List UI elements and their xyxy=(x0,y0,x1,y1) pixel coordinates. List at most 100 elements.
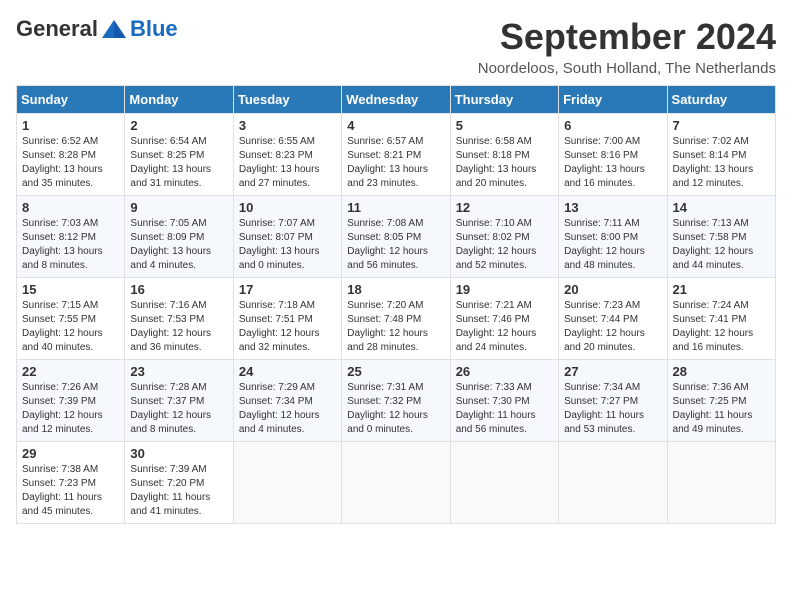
location-subtitle: Noordeloos, South Holland, The Netherlan… xyxy=(478,60,776,77)
calendar-day-24: 24Sunrise: 7:29 AM Sunset: 7:34 PM Dayli… xyxy=(233,360,341,442)
calendar-day-9: 9 Sunrise: 7:05 AM Sunset: 8:09 PM Daylig… xyxy=(125,196,233,278)
calendar-week-5: 29 Sunrise: 7:38 AM Sunset: 7:23 PM Dayli… xyxy=(17,442,776,524)
weekday-header-thursday: Thursday xyxy=(450,86,558,114)
day-info: Sunrise: 7:21 AM Sunset: 7:46 PM Dayligh… xyxy=(456,299,553,355)
day-number: 20 xyxy=(564,282,661,297)
day-number: 13 xyxy=(564,200,661,215)
calendar-day-21: 21 Sunrise: 7:24 AM Sunset: 7:41 PM Dayli… xyxy=(667,278,775,360)
day-number: 18 xyxy=(347,282,444,297)
header: General Blue September 2024 Noordeloos, … xyxy=(16,16,776,77)
calendar-day-23: 23 Sunrise: 7:28 AM Sunset: 7:37 PM Dayli… xyxy=(125,360,233,442)
day-info: Sunrise: 6:54 AM Sunset: 8:25 PM Dayligh… xyxy=(130,135,227,191)
day-info: Sunrise: 7:23 AM Sunset: 7:44 PM Dayligh… xyxy=(564,299,661,355)
logo-icon xyxy=(100,18,128,40)
day-number: 16 xyxy=(130,282,227,297)
day-number: 2 xyxy=(130,118,227,133)
calendar-week-4: 22 Sunrise: 7:26 AM Sunset: 7:39 PM Dayli… xyxy=(17,360,776,442)
calendar-table: SundayMondayTuesdayWednesdayThursdayFrid… xyxy=(16,85,776,524)
calendar-day-3: 3Sunrise: 6:55 AM Sunset: 8:23 PM Daylig… xyxy=(233,114,341,196)
calendar-day-10: 10 Sunrise: 7:07 AM Sunset: 8:07 PM Dayli… xyxy=(233,196,341,278)
day-number: 26 xyxy=(456,364,553,379)
calendar-day-25: 25Sunrise: 7:31 AM Sunset: 7:32 PM Dayli… xyxy=(342,360,450,442)
calendar-day-11: 11 Sunrise: 7:08 AM Sunset: 8:05 PM Dayli… xyxy=(342,196,450,278)
day-info: Sunrise: 7:07 AM Sunset: 8:07 PM Dayligh… xyxy=(239,217,336,273)
day-info: Sunrise: 7:02 AM Sunset: 8:14 PM Dayligh… xyxy=(673,135,770,191)
day-number: 10 xyxy=(239,200,336,215)
day-number: 17 xyxy=(239,282,336,297)
calendar-week-1: 1 Sunrise: 6:52 AM Sunset: 8:28 PM Daylig… xyxy=(17,114,776,196)
day-number: 4 xyxy=(347,118,444,133)
day-info: Sunrise: 7:33 AM Sunset: 7:30 PM Dayligh… xyxy=(456,381,553,437)
calendar-day-20: 20 Sunrise: 7:23 AM Sunset: 7:44 PM Dayli… xyxy=(559,278,667,360)
weekday-header-tuesday: Tuesday xyxy=(233,86,341,114)
calendar-day-28: 28Sunrise: 7:36 AM Sunset: 7:25 PM Dayli… xyxy=(667,360,775,442)
day-number: 14 xyxy=(673,200,770,215)
day-info: Sunrise: 7:20 AM Sunset: 7:48 PM Dayligh… xyxy=(347,299,444,355)
empty-cell xyxy=(342,442,450,524)
day-info: Sunrise: 7:03 AM Sunset: 8:12 PM Dayligh… xyxy=(22,217,119,273)
calendar-day-1: 1 Sunrise: 6:52 AM Sunset: 8:28 PM Daylig… xyxy=(17,114,125,196)
calendar-day-5: 5Sunrise: 6:58 AM Sunset: 8:18 PM Daylig… xyxy=(450,114,558,196)
day-number: 12 xyxy=(456,200,553,215)
day-number: 24 xyxy=(239,364,336,379)
calendar-day-13: 13 Sunrise: 7:11 AM Sunset: 8:00 PM Dayli… xyxy=(559,196,667,278)
day-info: Sunrise: 7:39 AM Sunset: 7:20 PM Dayligh… xyxy=(130,463,227,519)
weekday-header-friday: Friday xyxy=(559,86,667,114)
day-info: Sunrise: 6:52 AM Sunset: 8:28 PM Dayligh… xyxy=(22,135,119,191)
day-info: Sunrise: 7:34 AM Sunset: 7:27 PM Dayligh… xyxy=(564,381,661,437)
day-info: Sunrise: 7:08 AM Sunset: 8:05 PM Dayligh… xyxy=(347,217,444,273)
day-number: 27 xyxy=(564,364,661,379)
calendar-day-2: 2 Sunrise: 6:54 AM Sunset: 8:25 PM Daylig… xyxy=(125,114,233,196)
day-info: Sunrise: 7:28 AM Sunset: 7:37 PM Dayligh… xyxy=(130,381,227,437)
calendar-day-29: 29 Sunrise: 7:38 AM Sunset: 7:23 PM Dayli… xyxy=(17,442,125,524)
empty-cell xyxy=(450,442,558,524)
day-number: 11 xyxy=(347,200,444,215)
calendar-day-17: 17Sunrise: 7:18 AM Sunset: 7:51 PM Dayli… xyxy=(233,278,341,360)
day-info: Sunrise: 7:11 AM Sunset: 8:00 PM Dayligh… xyxy=(564,217,661,273)
calendar-day-4: 4 Sunrise: 6:57 AM Sunset: 8:21 PM Daylig… xyxy=(342,114,450,196)
day-number: 9 xyxy=(130,200,227,215)
month-title: September 2024 xyxy=(478,16,776,58)
day-number: 25 xyxy=(347,364,444,379)
weekday-header-wednesday: Wednesday xyxy=(342,86,450,114)
calendar-day-22: 22 Sunrise: 7:26 AM Sunset: 7:39 PM Dayli… xyxy=(17,360,125,442)
empty-cell xyxy=(233,442,341,524)
day-info: Sunrise: 6:58 AM Sunset: 8:18 PM Dayligh… xyxy=(456,135,553,191)
day-number: 21 xyxy=(673,282,770,297)
calendar-day-19: 19 Sunrise: 7:21 AM Sunset: 7:46 PM Dayli… xyxy=(450,278,558,360)
logo-blue-text: Blue xyxy=(130,16,178,42)
day-info: Sunrise: 7:16 AM Sunset: 7:53 PM Dayligh… xyxy=(130,299,227,355)
day-number: 30 xyxy=(130,446,227,461)
day-info: Sunrise: 7:38 AM Sunset: 7:23 PM Dayligh… xyxy=(22,463,119,519)
day-info: Sunrise: 7:26 AM Sunset: 7:39 PM Dayligh… xyxy=(22,381,119,437)
day-info: Sunrise: 6:55 AM Sunset: 8:23 PM Dayligh… xyxy=(239,135,336,191)
day-number: 6 xyxy=(564,118,661,133)
calendar-day-18: 18 Sunrise: 7:20 AM Sunset: 7:48 PM Dayli… xyxy=(342,278,450,360)
day-number: 1 xyxy=(22,118,119,133)
title-area: September 2024 Noordeloos, South Holland… xyxy=(478,16,776,77)
day-info: Sunrise: 7:10 AM Sunset: 8:02 PM Dayligh… xyxy=(456,217,553,273)
day-number: 19 xyxy=(456,282,553,297)
calendar-day-27: 27 Sunrise: 7:34 AM Sunset: 7:27 PM Dayli… xyxy=(559,360,667,442)
day-info: Sunrise: 6:57 AM Sunset: 8:21 PM Dayligh… xyxy=(347,135,444,191)
empty-cell xyxy=(667,442,775,524)
day-number: 8 xyxy=(22,200,119,215)
weekday-header-monday: Monday xyxy=(125,86,233,114)
day-info: Sunrise: 7:13 AM Sunset: 7:58 PM Dayligh… xyxy=(673,217,770,273)
calendar-day-6: 6 Sunrise: 7:00 AM Sunset: 8:16 PM Daylig… xyxy=(559,114,667,196)
day-number: 23 xyxy=(130,364,227,379)
day-number: 29 xyxy=(22,446,119,461)
day-number: 28 xyxy=(673,364,770,379)
weekday-header-saturday: Saturday xyxy=(667,86,775,114)
calendar-day-16: 16 Sunrise: 7:16 AM Sunset: 7:53 PM Dayli… xyxy=(125,278,233,360)
logo-general-text: General xyxy=(16,16,98,42)
day-info: Sunrise: 7:05 AM Sunset: 8:09 PM Dayligh… xyxy=(130,217,227,273)
calendar-day-30: 30 Sunrise: 7:39 AM Sunset: 7:20 PM Dayli… xyxy=(125,442,233,524)
day-number: 22 xyxy=(22,364,119,379)
empty-cell xyxy=(559,442,667,524)
day-info: Sunrise: 7:00 AM Sunset: 8:16 PM Dayligh… xyxy=(564,135,661,191)
calendar-day-7: 7 Sunrise: 7:02 AM Sunset: 8:14 PM Daylig… xyxy=(667,114,775,196)
day-info: Sunrise: 7:24 AM Sunset: 7:41 PM Dayligh… xyxy=(673,299,770,355)
day-number: 7 xyxy=(673,118,770,133)
day-info: Sunrise: 7:15 AM Sunset: 7:55 PM Dayligh… xyxy=(22,299,119,355)
